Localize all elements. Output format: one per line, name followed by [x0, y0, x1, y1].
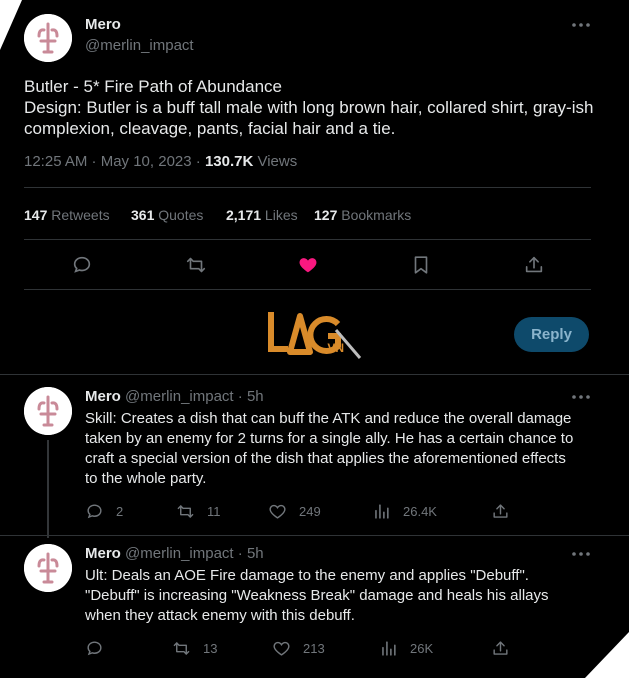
corner-decoration: [0, 0, 22, 50]
views-count: 26K: [410, 641, 434, 656]
like-action-button[interactable]: 213: [272, 639, 325, 658]
reply-text: Ult: Deals an AOE Fire damage to the ene…: [85, 567, 549, 624]
more-options-button[interactable]: [570, 390, 592, 404]
reply-icon: [73, 256, 91, 273]
retweet-icon: [173, 642, 190, 655]
share-action-button[interactable]: [523, 254, 545, 276]
reply-text: Skill: Creates a dish that can buff the …: [85, 410, 574, 487]
share-icon: [493, 641, 508, 655]
share-icon: [525, 256, 543, 273]
tweet-meta: 12:25 AM · May 10, 2023 · 130.7K Views: [24, 153, 297, 170]
analytics-bars-icon: [382, 641, 396, 656]
share-action-button[interactable]: [491, 639, 522, 658]
author-handle[interactable]: @merlin_impact: [125, 388, 234, 405]
bookmarks-stat[interactable]: 127 Bookmarks: [314, 207, 411, 223]
author-handle[interactable]: @merlin_impact: [85, 37, 194, 54]
share-icon: [493, 504, 508, 518]
avatar[interactable]: [24, 387, 72, 435]
svg-text:.VN: .VN: [324, 341, 344, 355]
reply-button[interactable]: Reply: [514, 317, 589, 352]
divider: [0, 374, 629, 375]
quotes-stat[interactable]: 361 Quotes: [131, 207, 203, 223]
heart-icon: [269, 504, 286, 519]
corner-decoration: [585, 632, 629, 678]
bookmark-action-button[interactable]: [410, 254, 432, 276]
more-dots-icon: [572, 552, 590, 556]
divider: [24, 187, 591, 188]
divider: [24, 289, 591, 290]
reply-action-button[interactable]: 2: [85, 502, 123, 521]
share-action-button[interactable]: [491, 502, 522, 521]
views-action-button[interactable]: 26K: [379, 639, 433, 658]
like-count: 249: [299, 504, 321, 519]
reply-icon: [87, 641, 102, 656]
avatar[interactable]: [24, 544, 72, 592]
avatar-logo-icon: [24, 544, 72, 592]
retweets-stat[interactable]: 147 Retweets: [24, 207, 110, 223]
lagvn-logo-icon: .VN: [268, 312, 362, 359]
tweet-text: Butler - 5* Fire Path of Abundance Desig…: [24, 77, 594, 138]
reply-time[interactable]: · 5h: [234, 388, 264, 405]
watermark-logo: .VN: [266, 306, 364, 372]
views-label: Views: [253, 153, 298, 170]
views-count: 130.7K: [204, 153, 254, 170]
author-name[interactable]: Mero: [85, 388, 121, 405]
thread-line: [47, 440, 49, 538]
reply-action-button[interactable]: [71, 254, 93, 276]
retweet-icon: [186, 257, 206, 273]
reply-header: Mero @merlin_impact · 5h: [85, 545, 264, 562]
author-handle[interactable]: @merlin_impact: [125, 545, 234, 562]
avatar-logo-icon: [24, 387, 72, 435]
heart-icon: [273, 641, 290, 656]
analytics-bars-icon: [375, 504, 389, 519]
retweet-icon: [177, 505, 194, 518]
author-name[interactable]: Mero: [85, 545, 121, 562]
author-name[interactable]: Mero: [85, 16, 121, 33]
heart-filled-icon: [299, 258, 317, 273]
tweet-time[interactable]: 12:25 AM · May 10, 2023 ·: [24, 153, 205, 170]
reply-time[interactable]: · 5h: [234, 545, 264, 562]
views-count: 26.4K: [403, 504, 437, 519]
like-action-button[interactable]: 249: [268, 502, 321, 521]
more-dots-icon: [572, 395, 590, 399]
divider: [24, 239, 591, 240]
more-dots-icon: [572, 23, 590, 27]
avatar[interactable]: [24, 14, 72, 62]
more-options-button[interactable]: [570, 547, 592, 561]
reply-action-button[interactable]: [85, 639, 116, 658]
views-action-button[interactable]: 26.4K: [372, 502, 437, 521]
avatar-logo-icon: [24, 14, 72, 62]
retweet-action-button[interactable]: [185, 254, 207, 276]
divider: [0, 535, 629, 536]
reply-icon: [87, 504, 102, 519]
more-options-button[interactable]: [570, 18, 592, 32]
retweet-count: 11: [207, 504, 221, 519]
retweet-count: 13: [203, 641, 218, 656]
reply-count: 2: [116, 504, 124, 519]
like-action-button[interactable]: [297, 254, 319, 276]
bookmark-icon: [414, 256, 428, 274]
reply-header: Mero @merlin_impact · 5h: [85, 388, 264, 405]
retweet-action-button[interactable]: 13: [172, 639, 217, 658]
likes-stat[interactable]: 2,171 Likes: [226, 207, 298, 223]
retweet-action-button[interactable]: 11: [176, 502, 221, 521]
like-count: 213: [303, 641, 325, 656]
